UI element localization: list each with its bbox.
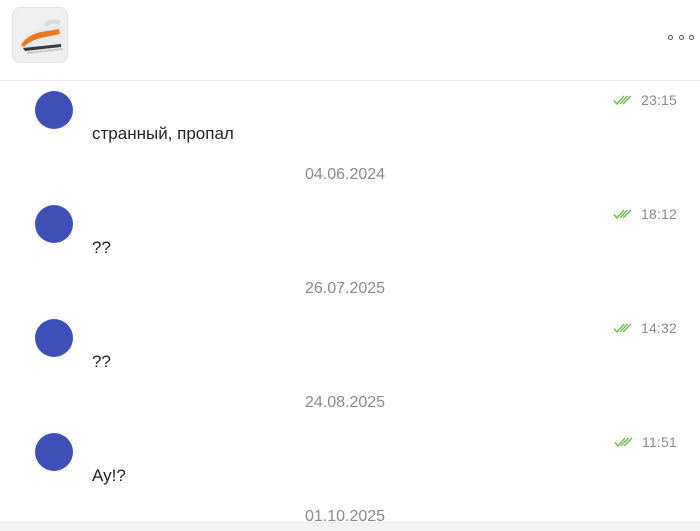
date-separator: 26.07.2025 [304,280,386,297]
iron-image-icon [13,8,67,62]
message-item: 11:51 Ау!? [0,423,700,497]
message-meta: 14:32 [613,319,677,337]
message-meta: 23:15 [613,91,677,109]
message-meta: 11:51 [614,433,677,451]
double-check-icon [613,323,632,334]
message-list[interactable]: 23:15 странный, пропал 04.06.2024 18:12 … [0,81,700,531]
avatar[interactable] [35,91,73,129]
message-text: странный, пропал [92,124,234,143]
message-item: 23:15 странный, пропал [0,81,700,155]
message-item: 18:12 ?? [0,195,700,269]
avatar[interactable] [35,319,73,357]
message-time: 11:51 [642,434,677,450]
avatar[interactable] [35,205,73,243]
message-time: 14:32 [640,320,677,336]
message-time: 18:12 [640,206,677,222]
message-text: ?? [92,238,111,257]
more-options-icon[interactable] [668,30,694,44]
message-item: 14:32 ?? [0,309,700,383]
product-image[interactable] [12,7,68,63]
dot [689,34,694,40]
dot [668,34,673,40]
bottom-bar [0,522,700,531]
chat-header [0,0,700,81]
dot [678,34,684,40]
message-text: Ау!? [92,466,126,485]
double-check-icon [613,209,632,220]
double-check-icon [614,437,633,448]
date-separator: 24.08.2025 [304,394,386,411]
message-meta: 18:12 [613,205,677,223]
date-separator: 04.06.2024 [304,166,386,183]
double-check-icon [613,95,632,106]
avatar[interactable] [35,433,73,471]
message-time: 23:15 [640,92,677,108]
message-text: ?? [92,352,111,371]
